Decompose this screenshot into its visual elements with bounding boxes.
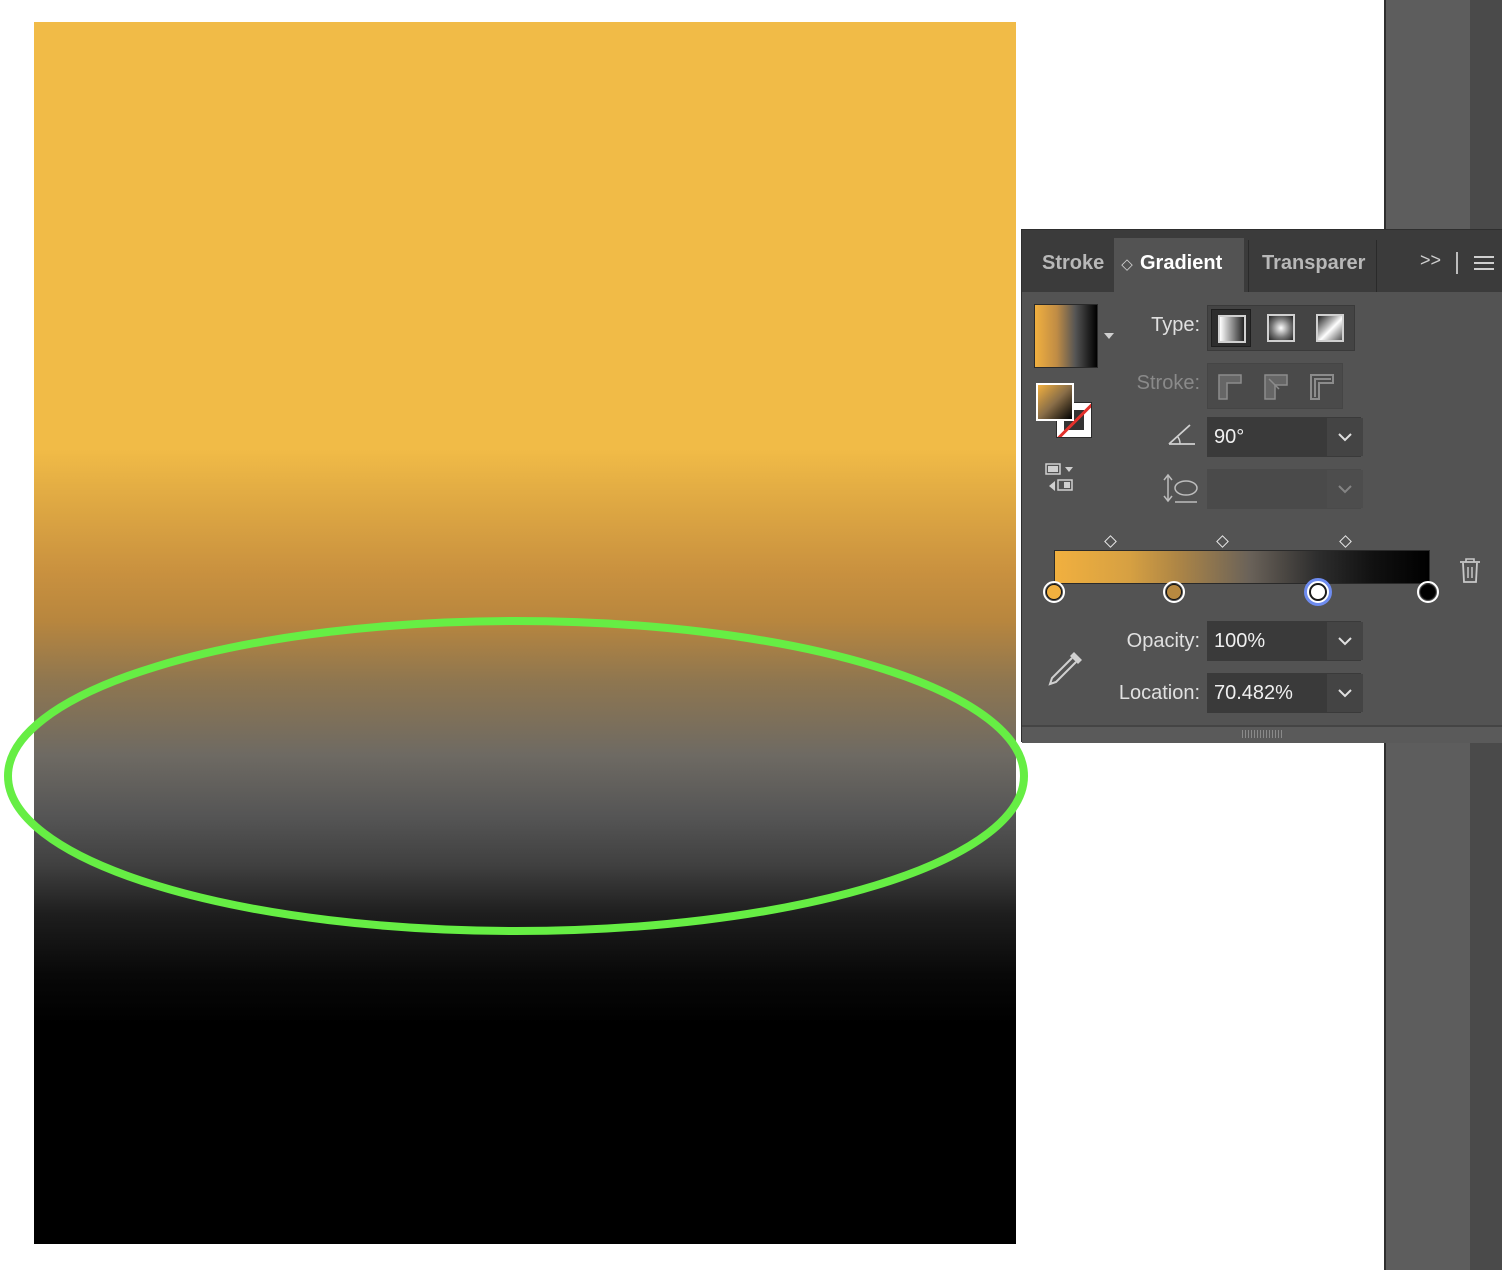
trash-icon[interactable] bbox=[1458, 556, 1482, 584]
tab-separator bbox=[1248, 240, 1249, 292]
freeform-gradient-icon bbox=[1316, 314, 1344, 342]
gradient-midpoint[interactable] bbox=[1103, 535, 1117, 548]
divider bbox=[1456, 252, 1458, 274]
chevron-down-icon bbox=[1338, 689, 1352, 698]
location-combo bbox=[1207, 673, 1363, 713]
gradient-swatch[interactable] bbox=[1034, 304, 1098, 368]
gradient-stop-selected[interactable] bbox=[1303, 578, 1332, 606]
gradient-stop[interactable] bbox=[1162, 581, 1185, 603]
gradient-stop[interactable] bbox=[1417, 581, 1439, 603]
radial-gradient-icon bbox=[1267, 314, 1295, 342]
gradient-slider[interactable] bbox=[1054, 550, 1430, 584]
gradient-midpoint[interactable] bbox=[1339, 535, 1353, 548]
opacity-label: Opacity: bbox=[1126, 630, 1200, 652]
tab-gradient-label: Gradient bbox=[1140, 252, 1223, 274]
panel-menu-icon[interactable] bbox=[1474, 256, 1494, 270]
gradient-stop[interactable] bbox=[1043, 581, 1065, 603]
tab-transparency[interactable]: Transparer bbox=[1250, 238, 1388, 292]
freeform-gradient-button[interactable] bbox=[1310, 309, 1350, 347]
stroke-across-icon bbox=[1310, 374, 1334, 400]
stroke-across-button[interactable] bbox=[1302, 367, 1342, 405]
gradient-type-group bbox=[1207, 305, 1355, 351]
tab-stroke[interactable]: Stroke bbox=[1028, 238, 1128, 292]
type-label: Type: bbox=[1151, 314, 1200, 336]
aspect-ratio-dropdown[interactable] bbox=[1326, 470, 1363, 508]
updown-icon: ◇ bbox=[1121, 256, 1133, 273]
aspect-ratio-input[interactable] bbox=[1208, 470, 1326, 508]
stroke-within-button[interactable] bbox=[1210, 367, 1250, 405]
panel-resize-bar[interactable] bbox=[1022, 725, 1502, 743]
angle-input[interactable] bbox=[1208, 418, 1326, 456]
chevron-down-icon bbox=[1338, 485, 1352, 494]
angle-icon bbox=[1168, 424, 1195, 445]
angle-combo bbox=[1207, 417, 1363, 457]
linear-gradient-button[interactable] bbox=[1211, 309, 1251, 347]
stroke-along-icon bbox=[1264, 374, 1288, 400]
gradient-panel: Stroke ◇ Gradient Transparer >> Type: Str… bbox=[1021, 229, 1502, 743]
panel-tab-bar: Stroke ◇ Gradient Transparer >> bbox=[1022, 230, 1502, 292]
eyedropper-icon[interactable] bbox=[1046, 648, 1086, 688]
angle-dropdown[interactable] bbox=[1326, 418, 1363, 456]
fill-swatch[interactable] bbox=[1036, 383, 1074, 421]
gradient-swatch-dropdown-icon[interactable] bbox=[1104, 333, 1114, 339]
artboard-gradient-rectangle[interactable] bbox=[34, 22, 1016, 1244]
chevron-down-icon bbox=[1338, 433, 1352, 442]
aspect-ratio-combo bbox=[1207, 469, 1363, 509]
opacity-dropdown[interactable] bbox=[1326, 622, 1363, 660]
more-panels-icon[interactable]: >> bbox=[1420, 250, 1441, 271]
gradient-midpoint[interactable] bbox=[1215, 535, 1229, 548]
location-input[interactable] bbox=[1208, 674, 1326, 712]
stroke-label: Stroke: bbox=[1136, 372, 1200, 394]
stroke-within-icon bbox=[1218, 374, 1242, 400]
resize-grip-icon bbox=[1242, 730, 1282, 738]
tab-separator bbox=[1376, 240, 1377, 292]
chevron-down-icon bbox=[1338, 637, 1352, 646]
location-dropdown[interactable] bbox=[1326, 674, 1363, 712]
location-label: Location: bbox=[1118, 682, 1200, 704]
stroke-gradient-group bbox=[1207, 363, 1343, 409]
radial-gradient-button[interactable] bbox=[1261, 309, 1301, 347]
linear-gradient-icon bbox=[1218, 315, 1246, 343]
reverse-gradient-icon[interactable] bbox=[1044, 462, 1078, 494]
stroke-along-button[interactable] bbox=[1256, 367, 1296, 405]
opacity-input[interactable] bbox=[1208, 622, 1326, 660]
tab-gradient[interactable]: ◇ Gradient bbox=[1114, 238, 1244, 292]
aspect-ratio-icon bbox=[1163, 473, 1198, 503]
opacity-combo bbox=[1207, 621, 1363, 661]
